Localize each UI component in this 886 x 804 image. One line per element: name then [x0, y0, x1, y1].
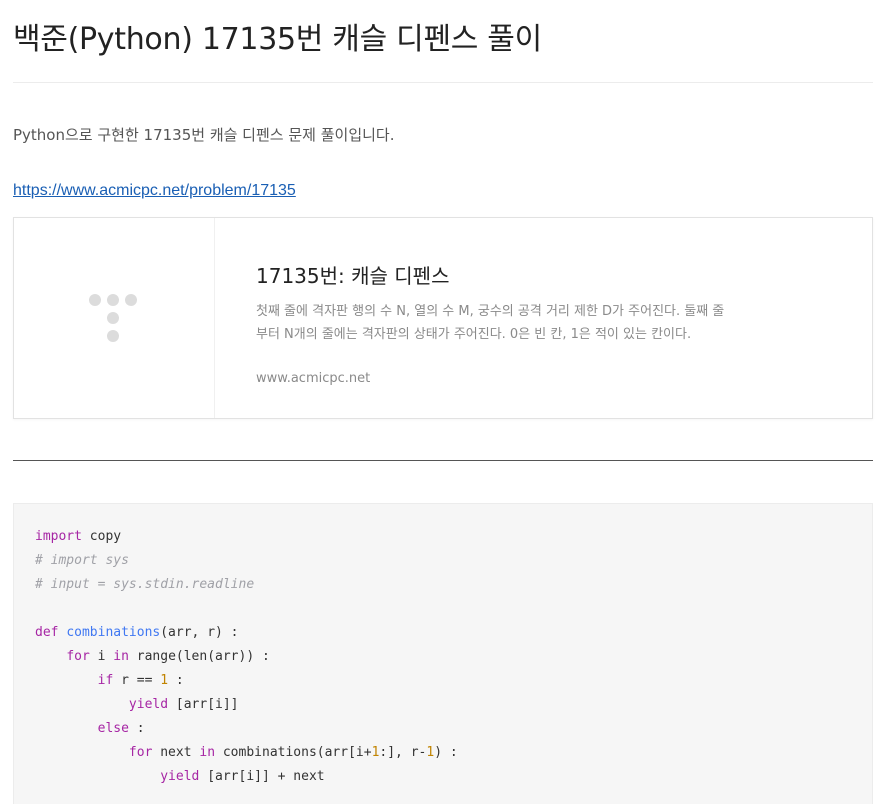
code-line: else : — [35, 721, 145, 736]
placeholder-dots-icon — [14, 218, 215, 418]
link-preview-card[interactable]: 17135번: 캐슬 디펜스 첫째 줄에 격자판 행의 수 N, 열의 수 M,… — [13, 217, 873, 419]
code-token: : — [128, 721, 145, 736]
card-title: 17135번: 캐슬 디펜스 — [256, 264, 450, 288]
code-token: i — [89, 649, 114, 664]
code-token: def — [35, 625, 59, 640]
thumb-dot — [107, 294, 119, 306]
problem-link[interactable]: https://www.acmicpc.net/problem/17135 — [13, 182, 296, 200]
code-token: combinations(arr[i+ — [215, 745, 372, 760]
code-token: r == — [113, 673, 161, 688]
code-line: yield [arr[i]] — [35, 697, 239, 712]
code-token: ) : — [434, 745, 458, 760]
code-token: import — [35, 529, 82, 544]
code-token: else — [97, 721, 129, 736]
post-intro: Python으로 구현한 17135번 캐슬 디펜스 문제 풀이입니다. — [13, 126, 395, 144]
code-token: copy — [81, 529, 122, 544]
code-token: for — [66, 649, 90, 664]
code-token: next — [152, 745, 200, 760]
code-line: # input = sys.stdin.readline — [35, 577, 254, 592]
code-token: # input = sys.stdin.readline — [35, 577, 255, 592]
section-divider — [13, 460, 873, 461]
code-token: in — [113, 649, 129, 664]
thumb-dot — [107, 330, 119, 342]
code-token: :], r- — [379, 745, 427, 760]
code-line: for next in combinations(arr[i+1:], r-1)… — [35, 745, 458, 760]
thumb-dot — [89, 294, 101, 306]
code-line: yield [arr[i]] + next — [35, 769, 325, 784]
code-token: [arr[i]] — [168, 697, 239, 712]
code-token: if — [97, 673, 114, 688]
title-divider — [13, 82, 873, 83]
code-token: 1 — [160, 673, 169, 688]
thumb-dot — [107, 312, 119, 324]
code-line: def combinations(arr, r) : — [35, 625, 239, 640]
code-content: import copy # import sys # input = sys.s… — [35, 525, 458, 789]
code-token: # import sys — [35, 553, 129, 568]
code-token: range(len(arr)) : — [128, 649, 270, 664]
thumb-dot — [125, 294, 137, 306]
code-token: yield — [128, 697, 169, 712]
code-token: in — [199, 745, 216, 760]
code-token: : — [168, 673, 184, 688]
code-token: (arr, r) : — [160, 625, 239, 640]
code-token: yield — [160, 769, 200, 784]
code-token: combinations — [66, 625, 161, 640]
code-line: if r == 1 : — [35, 673, 184, 688]
code-line: for i in range(len(arr)) : — [35, 649, 270, 664]
card-description: 첫째 줄에 격자판 행의 수 N, 열의 수 M, 궁수의 공격 거리 제한 D… — [256, 304, 725, 342]
post-title: 백준(Python) 17135번 캐슬 디펜스 풀이 — [13, 22, 542, 57]
blog-post: 백준(Python) 17135번 캐슬 디펜스 풀이 Python으로 구현한… — [0, 0, 886, 804]
card-domain: www.acmicpc.net — [256, 371, 371, 386]
code-token: [arr[i]] + next — [199, 769, 325, 784]
code-line: import copy — [35, 529, 121, 544]
code-line: # import sys — [35, 553, 129, 568]
code-block: import copy # import sys # input = sys.s… — [13, 503, 873, 804]
code-token: for — [128, 745, 153, 760]
